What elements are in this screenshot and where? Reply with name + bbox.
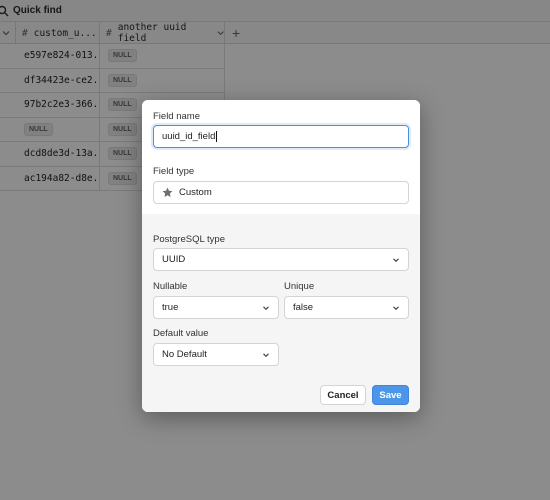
chevron-down-icon xyxy=(393,257,399,262)
star-icon xyxy=(162,187,173,197)
edit-field-dialog: Field name uuid_id_field Field type Cust… xyxy=(142,100,420,412)
postgresql-type-value: UUID xyxy=(162,254,186,265)
unique-value: false xyxy=(293,302,314,313)
text-caret xyxy=(216,131,218,142)
postgresql-type-select[interactable]: UUID xyxy=(153,248,409,271)
nullable-select[interactable]: true xyxy=(153,296,279,319)
nullable-label: Nullable xyxy=(153,281,188,292)
field-type-value: Custom xyxy=(179,187,212,198)
field-type-label: Field type xyxy=(153,166,195,177)
default-value-select[interactable]: No Default xyxy=(153,343,279,366)
save-button[interactable]: Save xyxy=(372,385,409,405)
chevron-down-icon xyxy=(263,352,269,357)
default-value-label: Default value xyxy=(153,328,209,339)
cancel-button[interactable]: Cancel xyxy=(320,385,366,405)
postgresql-type-label: PostgreSQL type xyxy=(153,234,225,245)
field-name-value: uuid_id_field xyxy=(162,131,216,142)
field-name-input[interactable]: uuid_id_field xyxy=(153,125,409,148)
unique-label: Unique xyxy=(284,281,315,292)
nullable-value: true xyxy=(162,302,179,313)
field-type-select[interactable]: Custom xyxy=(153,181,409,204)
unique-select[interactable]: false xyxy=(284,296,409,319)
chevron-down-icon xyxy=(263,305,269,310)
chevron-down-icon xyxy=(393,305,399,310)
field-name-label: Field name xyxy=(153,111,200,122)
default-value-value: No Default xyxy=(162,349,207,360)
